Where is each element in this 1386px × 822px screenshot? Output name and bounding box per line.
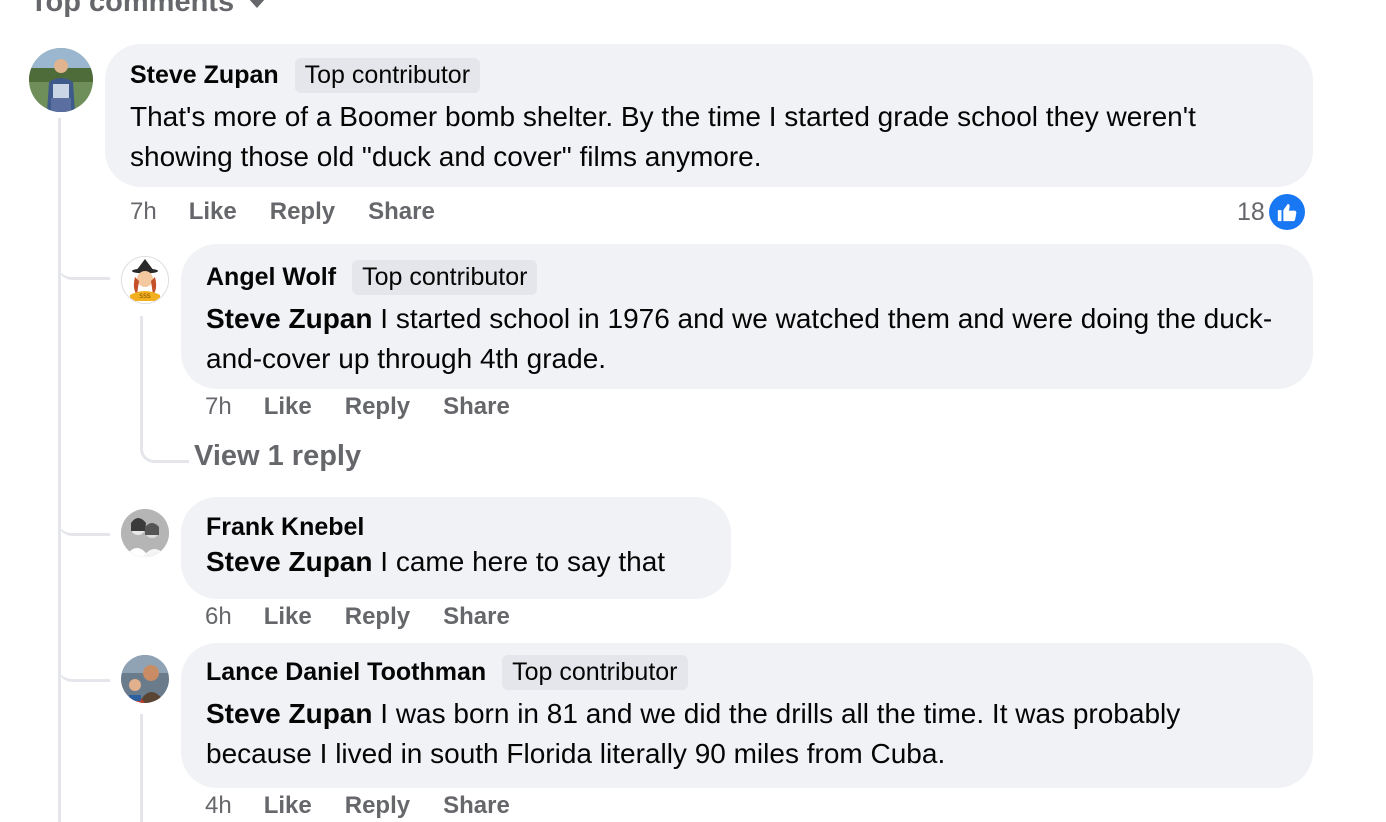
- avatar[interactable]: [121, 655, 169, 703]
- comment-bubble: Steve Zupan Top contributor That's more …: [105, 44, 1313, 187]
- comment-timestamp[interactable]: 4h: [205, 792, 232, 820]
- comment-text: That's more of a Boomer bomb shelter. By…: [130, 101, 1196, 172]
- comment-text: Steve Zupan I started school in 1976 and…: [206, 299, 1289, 379]
- reply-button[interactable]: Reply: [270, 198, 335, 226]
- thread-connector: [58, 646, 110, 682]
- top-contributor-badge[interactable]: Top contributor: [502, 655, 688, 690]
- mention-link[interactable]: Steve Zupan: [206, 303, 372, 334]
- share-button[interactable]: Share: [443, 393, 510, 421]
- top-contributor-badge[interactable]: Top contributor: [352, 260, 538, 295]
- comment-bubble: Angel Wolf Top contributor Steve Zupan I…: [181, 244, 1313, 389]
- reply-thread-line: [140, 714, 143, 822]
- comment-timestamp[interactable]: 7h: [130, 198, 157, 226]
- reply-button[interactable]: Reply: [345, 393, 410, 421]
- like-button[interactable]: Like: [264, 792, 312, 820]
- comment-actions: 7h Like Reply Share: [130, 198, 468, 226]
- top-contributor-badge[interactable]: Top contributor: [294, 58, 481, 93]
- comment-author[interactable]: Lance Daniel Toothman: [206, 658, 486, 687]
- comment-author[interactable]: Angel Wolf: [206, 263, 336, 292]
- avatar[interactable]: [29, 48, 93, 112]
- like-button[interactable]: Like: [189, 198, 237, 226]
- reaction-count: 18: [1237, 197, 1265, 226]
- thread-line: [58, 118, 61, 822]
- comment-timestamp[interactable]: 6h: [205, 603, 232, 631]
- share-button[interactable]: Share: [443, 603, 510, 631]
- comment-actions: 6h Like Reply Share: [205, 603, 543, 631]
- reaction-summary[interactable]: 18: [1237, 194, 1305, 230]
- share-button[interactable]: Share: [368, 198, 435, 226]
- comment-text-body: I came here to say that: [372, 546, 666, 577]
- thumbs-up-icon: [1268, 194, 1305, 230]
- like-button[interactable]: Like: [264, 603, 312, 631]
- comment-bubble: Lance Daniel Toothman Top contributor St…: [181, 643, 1313, 788]
- comment-actions: 4h Like Reply Share: [205, 792, 543, 820]
- caret-down-icon: [248, 0, 267, 9]
- top-comments-label: Top comments: [30, 0, 235, 18]
- reply-button[interactable]: Reply: [345, 792, 410, 820]
- view-replies-link[interactable]: View 1 reply: [194, 440, 361, 473]
- share-button[interactable]: Share: [443, 792, 510, 820]
- reply-button[interactable]: Reply: [345, 603, 410, 631]
- like-button[interactable]: Like: [264, 393, 312, 421]
- mention-link[interactable]: Steve Zupan: [206, 546, 372, 577]
- comment-bubble: Frank Knebel Steve Zupan I came here to …: [181, 497, 731, 599]
- comment-timestamp[interactable]: 7h: [205, 393, 232, 421]
- comment-author[interactable]: Steve Zupan: [130, 61, 279, 90]
- comment-actions: 7h Like Reply Share: [205, 393, 543, 421]
- avatar[interactable]: [121, 509, 169, 557]
- avatar[interactable]: SSS: [121, 256, 169, 304]
- mention-link[interactable]: Steve Zupan: [206, 698, 372, 729]
- comment-author[interactable]: Frank Knebel: [206, 513, 364, 542]
- svg-text:SSS: SSS: [139, 293, 151, 300]
- comment-text: Steve Zupan I came here to say that: [206, 542, 707, 582]
- top-comments-filter[interactable]: Top comments: [30, 0, 267, 19]
- thread-connector: [58, 240, 110, 280]
- comment-text: Steve Zupan I was born in 81 and we did …: [206, 694, 1289, 774]
- thread-connector: [58, 500, 110, 536]
